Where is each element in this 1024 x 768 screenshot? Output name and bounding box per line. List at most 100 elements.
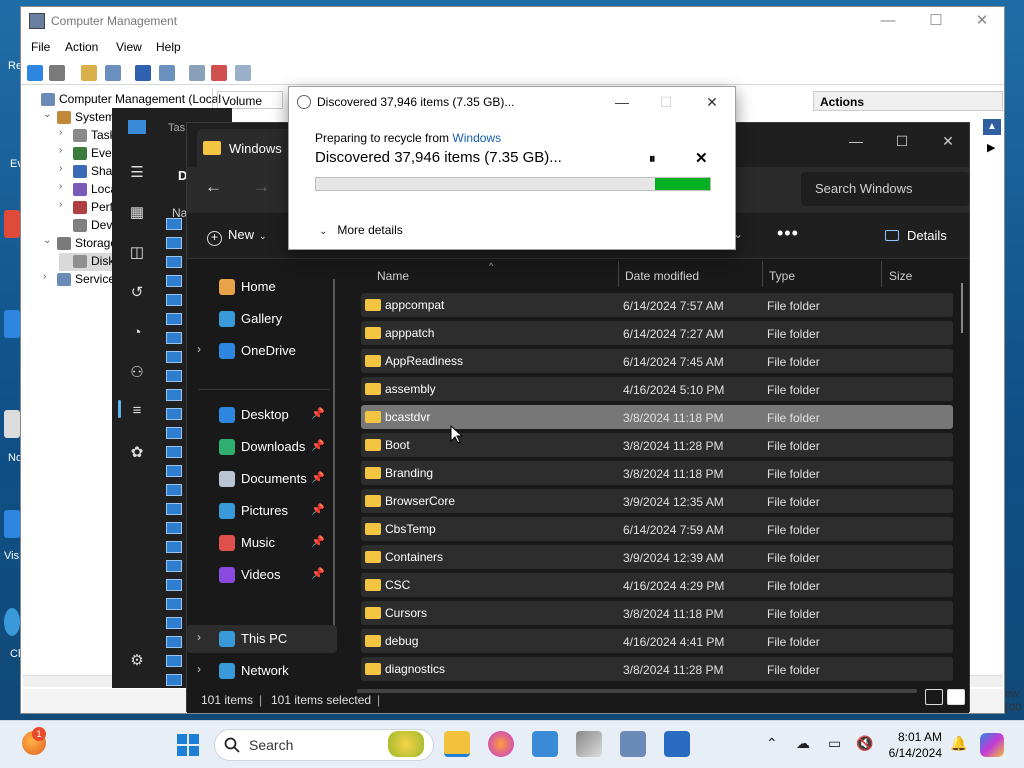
task-manager-taskbar-icon[interactable] [664, 731, 690, 757]
file-row[interactable]: debug 4/16/2024 4:41 PM File folder [361, 629, 953, 653]
horizontal-scrollbar[interactable] [357, 689, 917, 693]
sidebar-item-desktop[interactable]: Desktop 📌 [187, 401, 337, 429]
desktop-app-icon[interactable] [4, 310, 20, 338]
details-pane-button[interactable]: Details [885, 228, 947, 243]
desktop-app-icon[interactable] [4, 410, 20, 438]
list-icon[interactable] [235, 65, 251, 81]
expand-arrow-icon[interactable]: ▶ [987, 141, 995, 154]
sidebar-item-onedrive[interactable]: › OneDrive [187, 337, 337, 365]
close-button[interactable]: ✕ [933, 129, 963, 153]
store-taskbar-icon[interactable] [532, 731, 558, 757]
file-row[interactable]: CSC 4/16/2024 4:29 PM File folder [361, 573, 953, 597]
volume-column-header[interactable]: Volume [217, 91, 283, 109]
sidebar-item-home[interactable]: Home [187, 273, 337, 301]
notification-bell-icon[interactable]: 🔔 [950, 735, 967, 752]
back-arrow-icon[interactable]: ← [205, 177, 222, 197]
file-row[interactable]: appcompat 6/14/2024 7:57 AM File folder [361, 293, 953, 317]
file-row[interactable]: BrowserCore 3/9/2024 12:35 AM File folder [361, 489, 953, 513]
expand-toggle-icon[interactable]: › [59, 145, 69, 156]
expand-toggle-icon[interactable]: › [59, 127, 69, 138]
menu-action[interactable]: Action [65, 40, 98, 54]
maximize-button[interactable]: ☐ [921, 11, 951, 31]
pin-icon[interactable]: 📌 [311, 471, 325, 484]
sidebar-item-network[interactable]: › Network [187, 657, 337, 685]
up-folder-icon[interactable] [81, 65, 97, 81]
file-row[interactable]: Containers 3/9/2024 12:39 AM File folder [361, 545, 953, 569]
file-row[interactable]: diagnostics 3/8/2024 11:28 PM File folder [361, 657, 953, 681]
sidebar-item-documents[interactable]: Documents 📌 [187, 465, 337, 493]
search-box[interactable]: Search Windows [801, 172, 969, 206]
desktop-app-icon[interactable] [4, 608, 20, 636]
minimize-button[interactable]: — [841, 129, 871, 153]
expand-toggle-icon[interactable]: › [43, 271, 53, 282]
tiles-view-icon[interactable] [947, 689, 965, 705]
onedrive-icon[interactable]: ☁ [796, 735, 810, 752]
computer-management-taskbar-icon[interactable] [620, 731, 646, 757]
file-explorer-taskbar-icon[interactable] [444, 731, 470, 757]
file-row[interactable]: CbsTemp 6/14/2024 7:59 AM File folder [361, 517, 953, 541]
desktop-app-icon[interactable] [4, 510, 20, 538]
expand-toggle-icon[interactable]: › [59, 199, 69, 210]
expand-toggle-icon[interactable]: › [59, 163, 69, 174]
column-date-header[interactable]: Date modified [625, 269, 699, 283]
minimize-button[interactable]: — [873, 11, 903, 31]
show-hide-tree-icon[interactable] [105, 65, 121, 81]
file-row[interactable]: AppReadiness 6/14/2024 7:45 AM File folder [361, 349, 953, 373]
source-folder-link[interactable]: Windows [452, 131, 501, 145]
app-history-icon[interactable]: ↺ [128, 284, 146, 302]
sidebar-item-music[interactable]: Music 📌 [187, 529, 337, 557]
properties-icon[interactable] [159, 65, 175, 81]
connect-icon[interactable] [189, 65, 205, 81]
menu-icon[interactable]: ☰ [128, 164, 146, 182]
chevron-right-icon[interactable]: › [197, 630, 201, 644]
back-icon[interactable] [27, 65, 43, 81]
pin-icon[interactable]: 📌 [311, 407, 325, 420]
network-icon[interactable]: ▭ [828, 735, 841, 752]
column-size-header[interactable]: Size [889, 269, 912, 283]
expand-toggle-icon[interactable]: › [59, 181, 69, 192]
column-divider[interactable] [881, 261, 882, 287]
menu-file[interactable]: File [31, 40, 50, 54]
sidebar-item-gallery[interactable]: Gallery [187, 305, 337, 333]
details-view-icon[interactable] [925, 689, 943, 705]
pin-icon[interactable]: 📌 [311, 535, 325, 548]
desktop-app-icon[interactable] [4, 210, 20, 238]
menu-view[interactable]: View [116, 40, 142, 54]
forward-arrow-icon[interactable]: → [253, 177, 270, 197]
menu-help[interactable]: Help [156, 40, 181, 54]
column-name-header[interactable]: Name [377, 269, 409, 283]
more-details-button[interactable]: ⌄ More details [319, 223, 403, 237]
new-button[interactable]: + New ⌄ [207, 227, 267, 246]
sidebar-item-downloads[interactable]: Downloads 📌 [187, 433, 337, 461]
collapse-actions-icon[interactable]: ▲ [983, 119, 1001, 135]
start-button[interactable] [176, 733, 200, 757]
firefox-taskbar-icon[interactable] [488, 731, 514, 757]
pin-icon[interactable]: 📌 [311, 439, 325, 452]
copilot-icon[interactable] [980, 733, 1004, 757]
details-icon[interactable]: ≡ [128, 402, 146, 420]
pin-icon[interactable]: 📌 [311, 503, 325, 516]
expand-toggle-icon[interactable]: ⌄ [43, 235, 53, 246]
pause-button[interactable]: ⏸ [649, 151, 656, 167]
forward-icon[interactable] [49, 65, 65, 81]
usb-tool-taskbar-icon[interactable] [576, 731, 602, 757]
chevron-up-icon[interactable]: ⌃ [766, 735, 778, 752]
pin-icon[interactable]: 📌 [311, 567, 325, 580]
maximize-button[interactable]: ☐ [887, 129, 917, 153]
startup-apps-icon[interactable]: ◔ [128, 324, 146, 342]
sidebar-item-this-pc[interactable]: › This PC [187, 625, 337, 653]
file-row[interactable]: assembly 4/16/2024 5:10 PM File folder [361, 377, 953, 401]
column-type-header[interactable]: Type [769, 269, 795, 283]
close-button[interactable]: ✕ [697, 91, 727, 113]
help-icon[interactable] [135, 65, 151, 81]
column-divider[interactable] [762, 261, 763, 287]
cancel-button[interactable]: ✕ [695, 149, 708, 167]
expand-toggle-icon[interactable]: ⌄ [43, 109, 53, 120]
more-options-button[interactable]: ••• [777, 223, 799, 244]
clock[interactable]: 8:01 AM 6/14/2024 [884, 729, 942, 761]
vertical-scrollbar[interactable] [961, 283, 963, 333]
volume-icon[interactable]: 🔇 [856, 735, 873, 752]
sidebar-item-pictures[interactable]: Pictures 📌 [187, 497, 337, 525]
minimize-button[interactable]: — [607, 91, 637, 113]
performance-icon[interactable]: ◫ [128, 244, 146, 262]
